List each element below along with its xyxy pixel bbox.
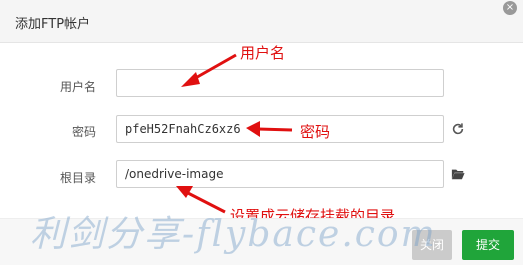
username-input[interactable] <box>116 69 444 97</box>
close-icon[interactable]: × <box>503 1 517 15</box>
dialog-title: 添加FTP帐户 <box>15 17 91 32</box>
close-button[interactable]: 关闭 <box>412 230 452 260</box>
username-label: 用户名 <box>59 80 96 94</box>
annotation-password: 密码 <box>300 123 331 141</box>
refresh-icon[interactable] <box>451 122 465 136</box>
annotation-username: 用户名 <box>240 44 286 62</box>
password-label: 密码 <box>71 125 96 139</box>
dialog-titlebar: 添加FTP帐户 × <box>0 0 523 43</box>
root-dir-input[interactable]: /onedrive-image <box>116 160 444 188</box>
folder-open-icon[interactable] <box>451 167 465 181</box>
root-dir-label: 根目录 <box>59 171 96 185</box>
submit-button[interactable]: 提交 <box>462 230 514 260</box>
password-input[interactable]: pfeH52FnahCz6xz6 <box>116 115 444 143</box>
